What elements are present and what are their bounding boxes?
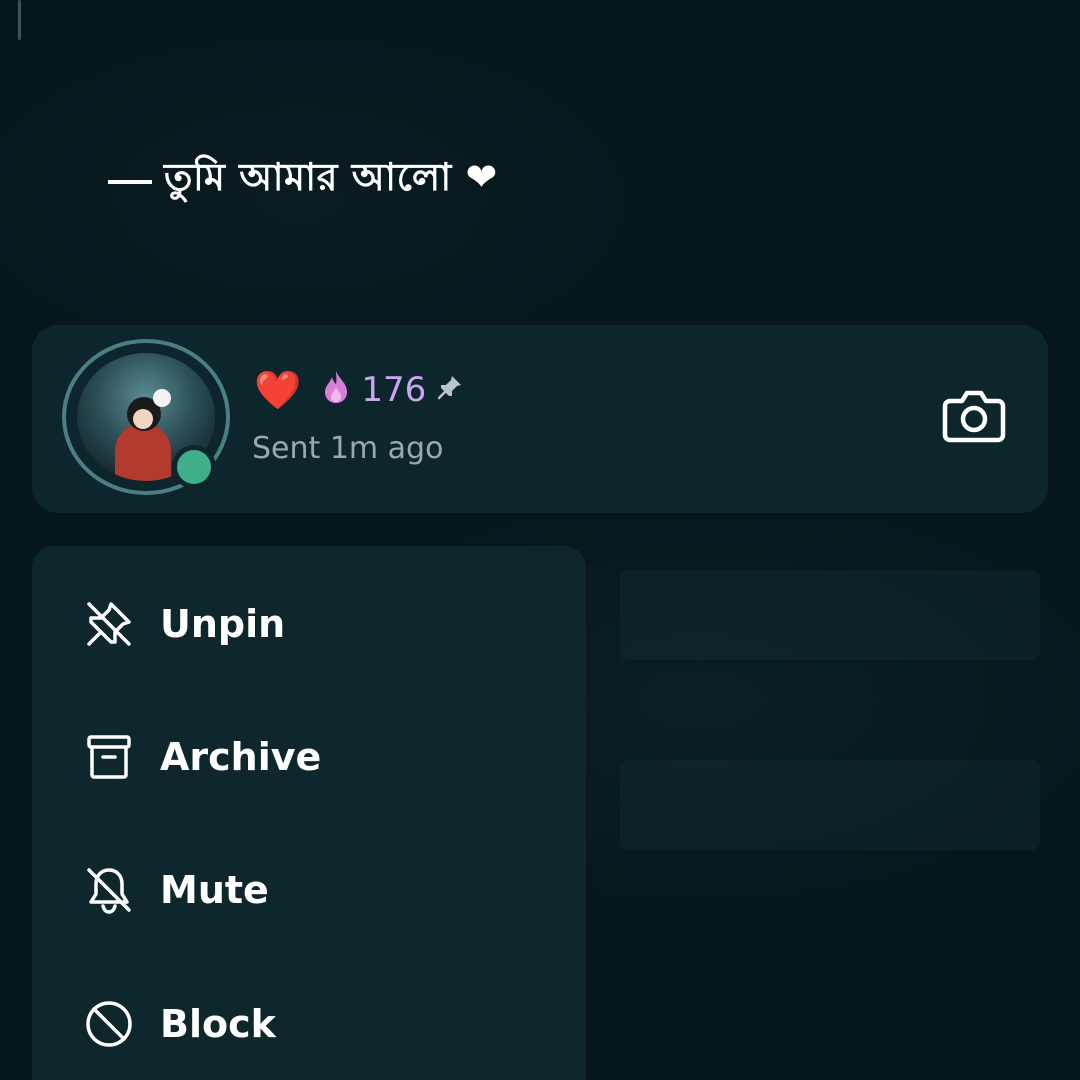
camera-button[interactable] — [942, 387, 1006, 445]
menu-item-mute[interactable]: Mute — [32, 840, 586, 940]
context-menu: Unpin Archive Mute Block — [32, 546, 586, 1080]
avatar-figure — [115, 423, 171, 481]
online-status-dot — [172, 445, 216, 489]
menu-item-label: Unpin — [160, 602, 286, 646]
menu-item-block[interactable]: Block — [32, 974, 586, 1074]
mute-bell-icon — [82, 863, 136, 917]
flame-icon — [321, 369, 351, 411]
pin-icon — [436, 373, 464, 408]
chat-title-row: ❤️ 176 — [254, 369, 464, 411]
blurred-background-row — [620, 570, 1040, 660]
blurred-background-row — [620, 760, 1040, 850]
avatar-flower — [153, 389, 171, 407]
caption-dash — [108, 180, 152, 184]
avatar-face — [133, 409, 153, 429]
chat-subtitle: Sent 1m ago — [252, 431, 444, 466]
unpin-icon — [82, 597, 136, 651]
chat-list-item[interactable]: ❤️ 176 Sent 1m ago — [32, 325, 1048, 513]
heart-icon: ❤️ — [254, 368, 302, 412]
menu-item-archive[interactable]: Archive — [32, 707, 586, 807]
menu-item-label: Block — [160, 1002, 276, 1046]
streak-count: 176 — [361, 370, 427, 410]
scroll-indicator — [18, 0, 21, 40]
archive-icon — [82, 730, 136, 784]
menu-item-label: Mute — [160, 868, 269, 912]
block-icon — [82, 997, 136, 1051]
caption-text: তুমি আমার আলো ❤ — [164, 155, 498, 199]
menu-item-unpin[interactable]: Unpin — [32, 574, 586, 674]
overlay-caption: তুমি আমার আলো ❤ — [108, 148, 498, 212]
menu-item-label: Archive — [160, 735, 322, 779]
camera-icon — [942, 390, 1006, 443]
